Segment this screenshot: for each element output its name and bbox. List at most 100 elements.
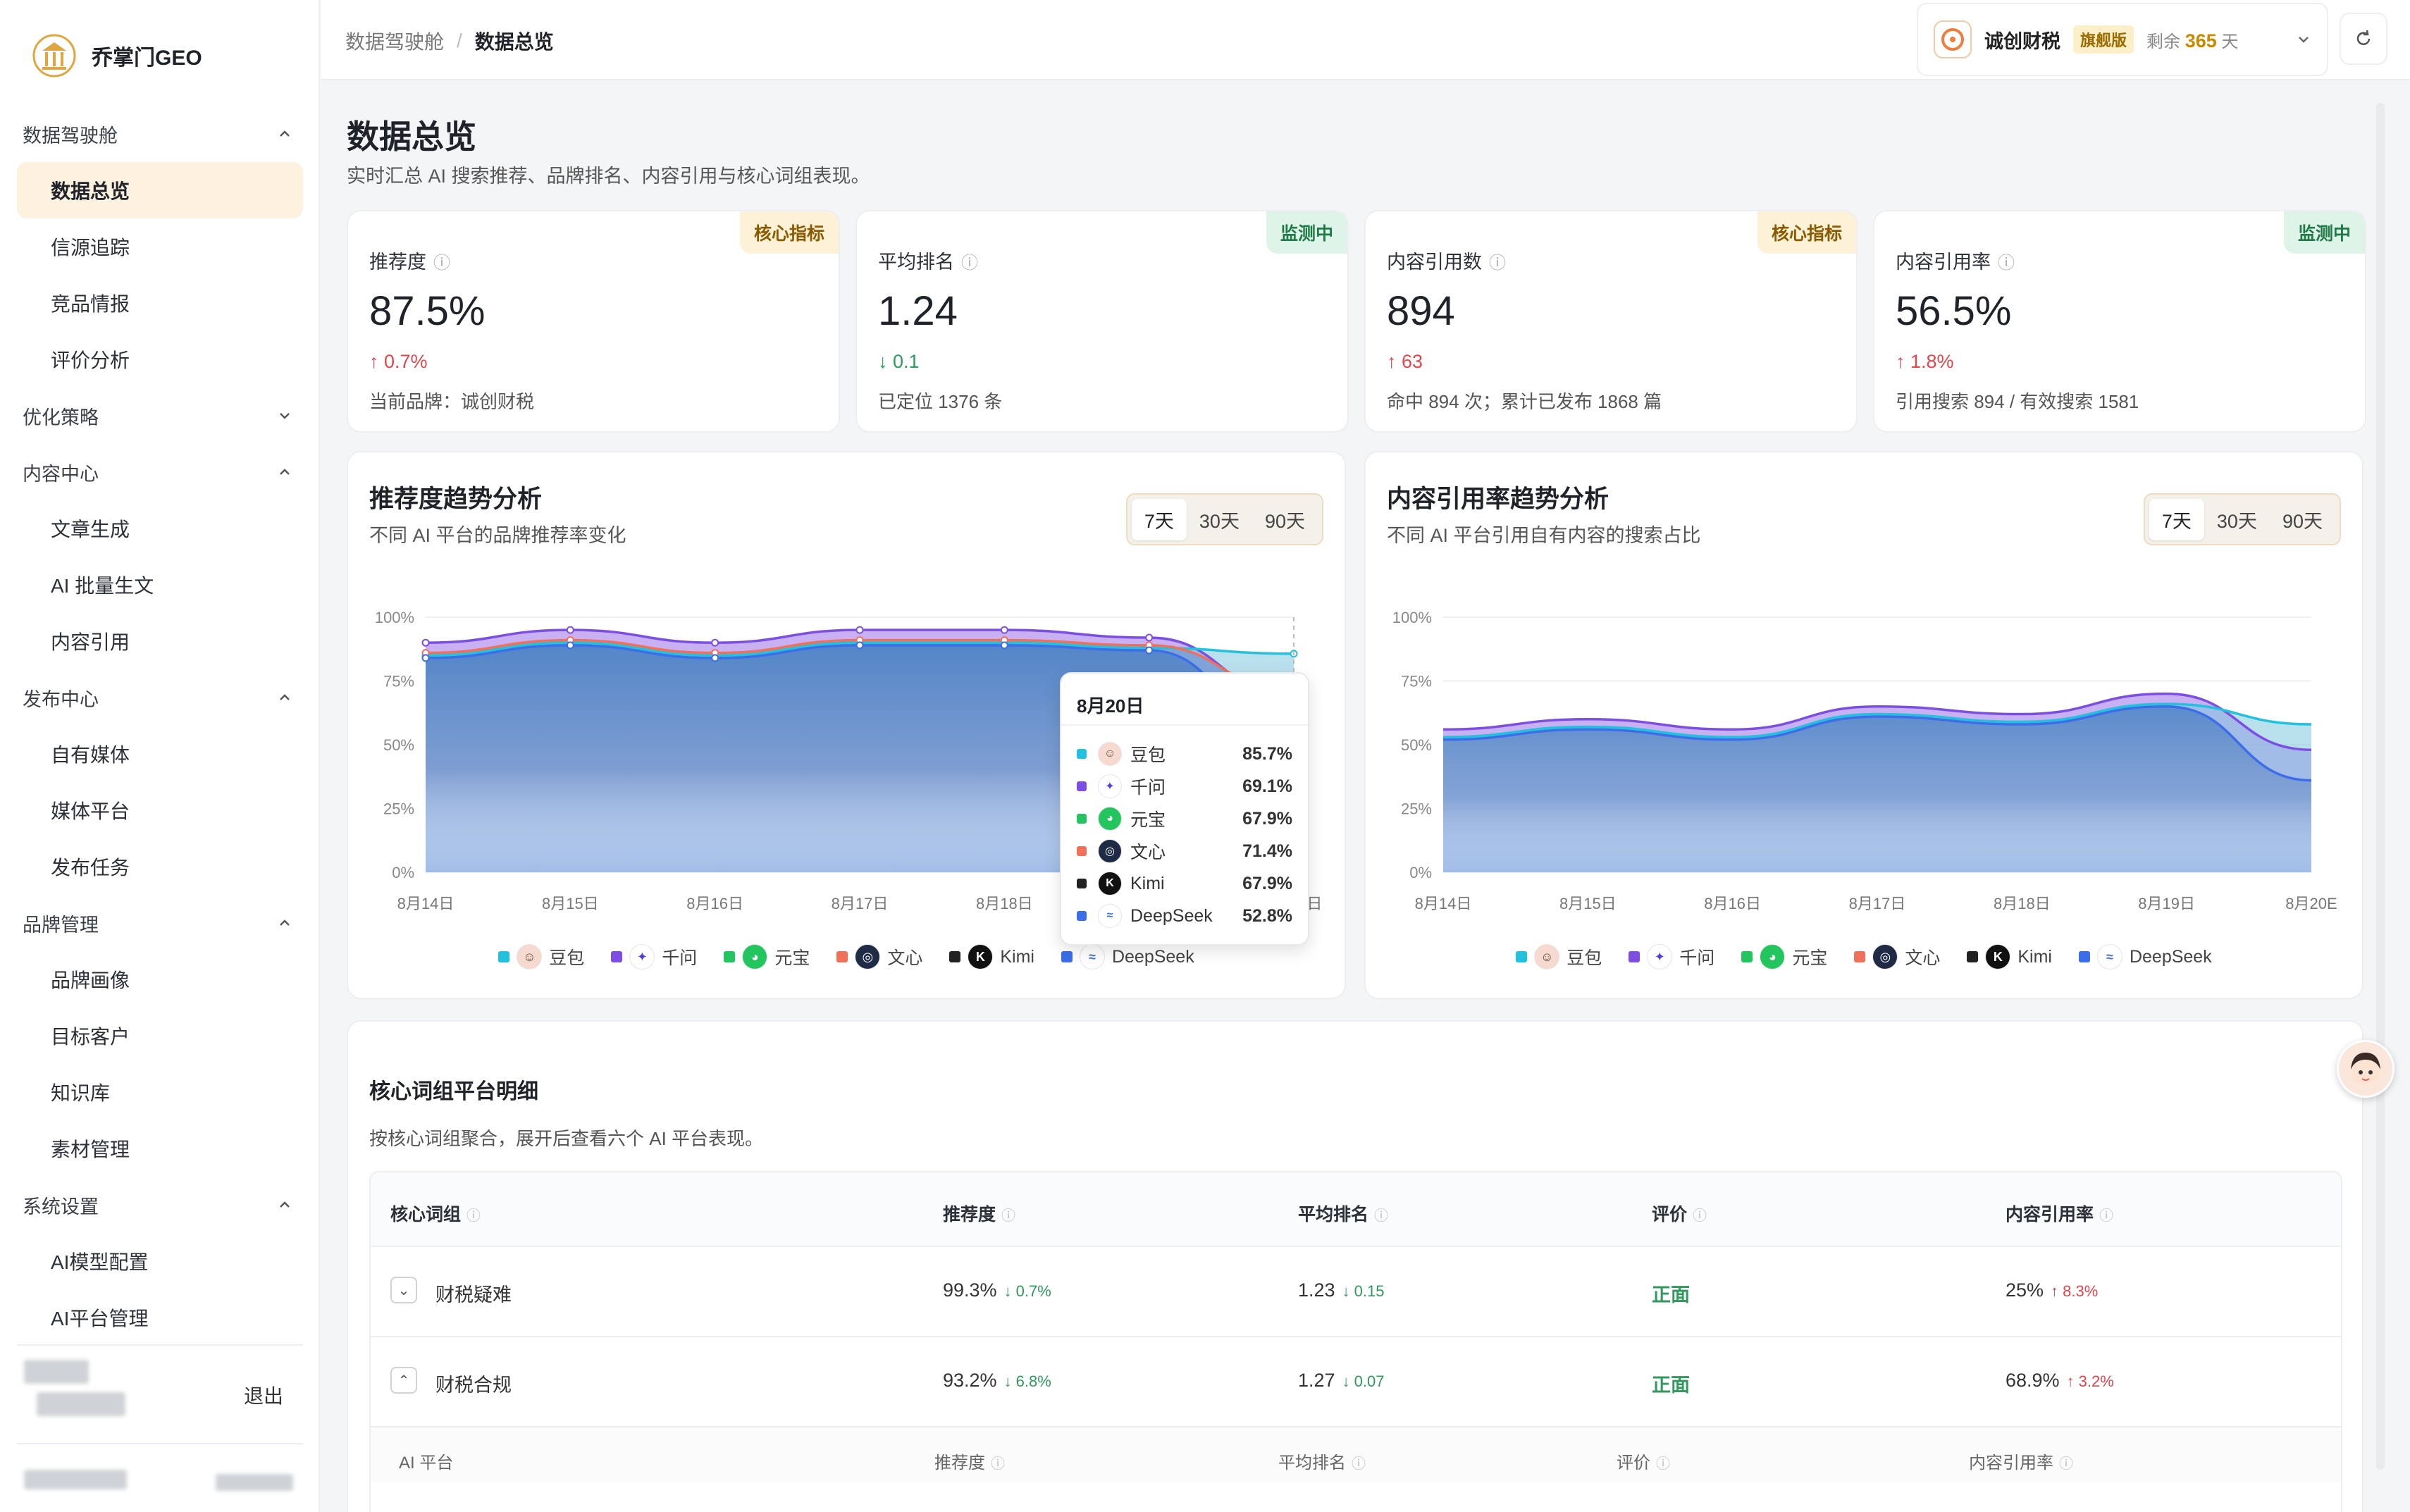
- sidebar-item[interactable]: AI平台管理: [17, 1289, 303, 1346]
- data-point: [566, 626, 574, 634]
- collapse-button[interactable]: ⌃: [390, 1367, 417, 1394]
- 千问-logo-icon: ✦: [1647, 944, 1673, 969]
- nav-group-header[interactable]: 发布中心: [17, 669, 303, 726]
- assistant-avatar[interactable]: [2337, 1040, 2394, 1098]
- sidebar-item[interactable]: 品牌画像: [17, 951, 303, 1008]
- 元宝-logo-icon: ◕: [1098, 807, 1122, 831]
- sidebar-item[interactable]: 竞品情报: [17, 275, 303, 331]
- sidebar-item[interactable]: 发布任务: [17, 838, 303, 895]
- table-row[interactable]: ⌄ 财税疑难 99.3% ↓ 0.7% 1.23 ↓ 0.15 正面 25% ↑ 8.…: [371, 1246, 2341, 1336]
- legend-swatch: [1516, 951, 1528, 962]
- sidebar-item[interactable]: 媒体平台: [17, 782, 303, 838]
- tooltip-row: ◎ 文心 71.4%: [1077, 837, 1292, 865]
- data-point: [1000, 626, 1008, 634]
- legend-item[interactable]: K Kimi: [1967, 944, 2052, 969]
- y-tick-label: 25%: [1401, 800, 1432, 818]
- legend-item[interactable]: K Kimi: [949, 944, 1034, 969]
- nav-group-header[interactable]: 数据驾驶舱: [17, 106, 303, 162]
- kimi-logo-icon: K: [968, 944, 994, 969]
- kpi-delta: ↓ 0.1: [878, 351, 920, 372]
- info-icon[interactable]: ⓘ: [1656, 1456, 1670, 1472]
- account-name: 诚创财税: [1984, 30, 2060, 52]
- y-tick-label: 100%: [375, 609, 414, 626]
- legend-label: 豆包: [549, 948, 585, 968]
- nav-group-header[interactable]: 品牌管理: [17, 895, 303, 951]
- 豆包-logo-icon: ☺: [517, 944, 543, 969]
- nav-group-header[interactable]: 优化策略: [17, 388, 303, 444]
- account-switcher[interactable]: 诚创财税 旗舰版 剩余 365 天: [1917, 3, 2328, 76]
- deepseek-logo-icon: ≈: [2096, 944, 2122, 969]
- info-icon[interactable]: ⓘ: [1489, 254, 1506, 273]
- sub-column-header: 评价 ⓘ: [1617, 1454, 1670, 1473]
- kpi-card: 核心指标 推荐度 ⓘ 87.5% ↑ 0.7% 当前品牌：诚创财税: [347, 210, 840, 433]
- 元宝-logo-icon: ◕: [742, 944, 768, 969]
- sidebar-item[interactable]: 目标客户: [17, 1008, 303, 1064]
- info-icon[interactable]: ⓘ: [2099, 1208, 2113, 1224]
- data-point: [566, 641, 574, 650]
- sidebar-item[interactable]: AI模型配置: [17, 1233, 303, 1289]
- vertical-scrollbar[interactable]: [2376, 103, 2385, 1470]
- x-tick-label: 8月14日: [397, 895, 455, 912]
- deepseek-logo-icon: ≈: [1098, 904, 1122, 928]
- citation-trend-chart[interactable]: 100% 75% 50% 25% 0% 8月14日 8月15日 8月16日 8月17日 8月18日…: [1366, 452, 2365, 946]
- info-icon[interactable]: ⓘ: [1001, 1208, 1015, 1224]
- table-row[interactable]: ⌃ 财税合规 93.2% ↓ 6.8% 1.27 ↓ 0.07 正面 68.9% ↑ …: [371, 1336, 2341, 1426]
- keyword-group-name: 财税疑难: [435, 1284, 512, 1306]
- brand-logo[interactable]: 乔掌门GEO: [32, 31, 202, 80]
- info-icon[interactable]: ⓘ: [1693, 1208, 1707, 1224]
- legend-item[interactable]: ◎ 文心: [836, 944, 922, 969]
- legend-item[interactable]: ☺ 豆包: [1516, 944, 1602, 969]
- sidebar-item[interactable]: AI 批量生文: [17, 557, 303, 613]
- legend-item[interactable]: ≈ DeepSeek: [1061, 944, 1194, 969]
- area-deepseek: [1443, 706, 2311, 872]
- cite-cell: 68.9% ↑ 3.2%: [2006, 1370, 2114, 1391]
- legend-item[interactable]: ≈ DeepSeek: [2078, 944, 2212, 969]
- info-icon[interactable]: ⓘ: [433, 254, 450, 273]
- info-icon[interactable]: ⓘ: [991, 1456, 1005, 1472]
- sidebar-item[interactable]: 自有媒体: [17, 726, 303, 782]
- sidebar-item[interactable]: 信源追踪: [17, 218, 303, 275]
- y-tick-label: 50%: [383, 736, 414, 754]
- sidebar-item[interactable]: 素材管理: [17, 1120, 303, 1177]
- sidebar-item[interactable]: 内容引用: [17, 613, 303, 669]
- remaining-days: 剩余 365 天: [2146, 30, 2239, 51]
- info-icon[interactable]: ⓘ: [1998, 254, 2015, 273]
- refresh-button[interactable]: [2340, 13, 2387, 65]
- footer-version-blurred: [216, 1474, 293, 1491]
- column-header: 平均排名 ⓘ: [1298, 1205, 1389, 1225]
- sidebar-item[interactable]: 知识库: [17, 1064, 303, 1120]
- legend-swatch: [724, 951, 736, 962]
- sidebar-item[interactable]: 文章生成: [17, 500, 303, 557]
- legend-item[interactable]: ✦ 千问: [611, 944, 697, 969]
- info-icon[interactable]: ⓘ: [466, 1208, 481, 1224]
- footer-info-blurred: [24, 1470, 127, 1489]
- info-icon[interactable]: ⓘ: [961, 254, 978, 273]
- chevron-up-icon: [280, 469, 290, 475]
- y-tick-label: 100%: [1392, 609, 1432, 626]
- info-icon[interactable]: ⓘ: [1352, 1456, 1366, 1472]
- legend-item[interactable]: ◕ 元宝: [724, 944, 810, 969]
- expand-button[interactable]: ⌄: [390, 1277, 417, 1303]
- chevron-up-icon: [280, 130, 290, 137]
- chart-tooltip: 8月20日 ☺ 豆包 85.7% ✦ 千问 69.1% ◕ 元宝 67.9% ◎ 文心 71.4% K K…: [1060, 672, 1309, 946]
- legend-item[interactable]: ✦ 千问: [1629, 944, 1714, 969]
- legend-item[interactable]: ◎ 文心: [1854, 944, 1940, 969]
- info-icon[interactable]: ⓘ: [2059, 1456, 2073, 1472]
- legend-item[interactable]: ☺ 豆包: [498, 944, 584, 969]
- breadcrumb-parent[interactable]: 数据驾驶舱: [345, 27, 444, 55]
- rank-cell: 1.27 ↓ 0.07: [1298, 1370, 1385, 1391]
- sidebar-item[interactable]: 评价分析: [17, 331, 303, 388]
- nav-group-header[interactable]: 内容中心: [17, 444, 303, 500]
- legend-label: Kimi: [1000, 946, 1034, 967]
- nav-group-header[interactable]: 系统设置: [17, 1177, 303, 1233]
- sidebar-item[interactable]: 数据总览: [17, 162, 303, 218]
- chevron-down-icon: [2299, 37, 2309, 43]
- x-tick-label: 8月18日: [1994, 895, 2051, 912]
- info-icon[interactable]: ⓘ: [1374, 1208, 1388, 1224]
- citation-trend-card: 内容引用率趋势分析 不同 AI 平台引用自有内容的搜索占比 7天 30天 90天…: [1364, 451, 2363, 999]
- legend-item[interactable]: ◕ 元宝: [1741, 944, 1827, 969]
- x-tick-label: 8月20E: [2285, 895, 2337, 912]
- legend-label: 文心: [1905, 948, 1941, 968]
- nav-group-label: 系统设置: [23, 1196, 99, 1217]
- logout-button[interactable]: 退出: [244, 1381, 283, 1409]
